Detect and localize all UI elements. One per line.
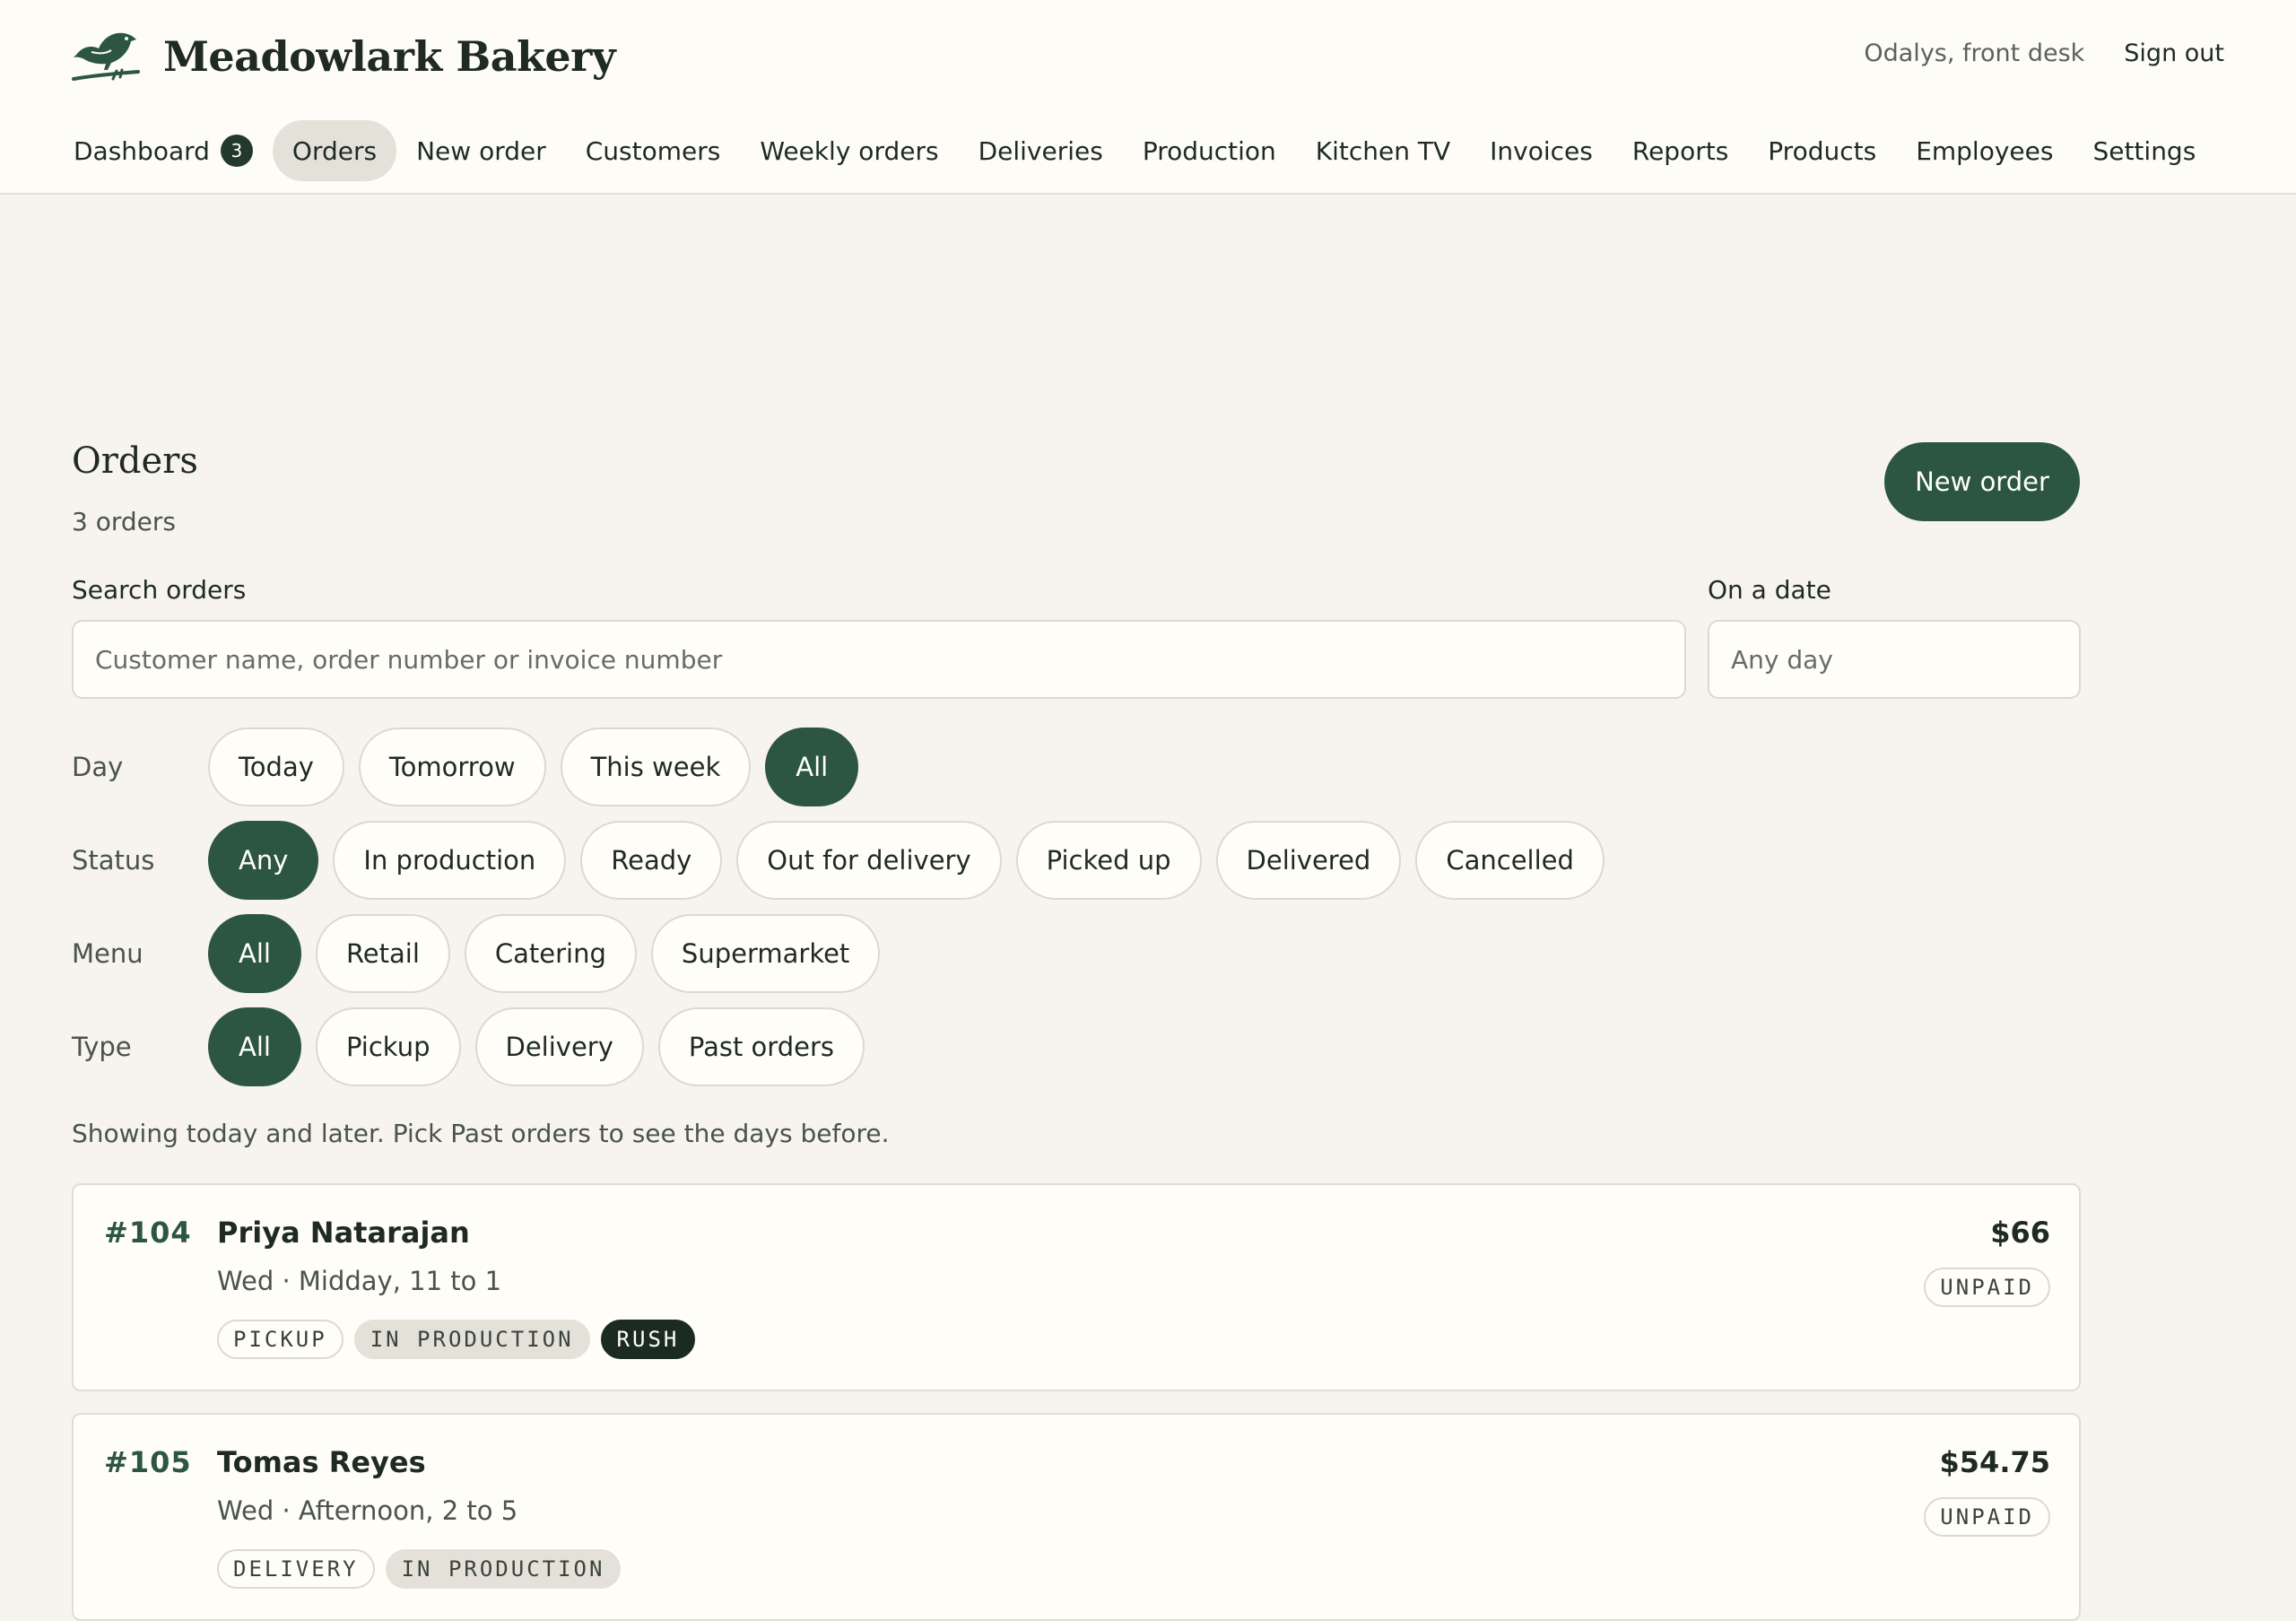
order-tags: DELIVERY IN PRODUCTION [217,1549,622,1589]
order-tags: PICKUP IN PRODUCTION RUSH [217,1320,696,1359]
status-tag: IN PRODUCTION [353,1320,590,1359]
nav-label: Dashboard [74,135,210,166]
nav-products[interactable]: Products [1748,120,1896,181]
status-chip-any[interactable]: Any [208,821,319,900]
order-total: $54.75 [1939,1445,2050,1479]
order-card[interactable]: #105 Tomas Reyes Wed · Afternoon, 2 to 5… [72,1413,2081,1621]
nav-reports[interactable]: Reports [1613,120,1748,181]
status-chip-in-production[interactable]: In production [333,821,567,900]
status-chip-delivered[interactable]: Delivered [1215,821,1402,900]
day-chip-this-week[interactable]: This week [560,728,752,806]
menu-filter-row: Menu All Retail Catering Supermarket [72,914,894,993]
main-nav: Dashboard 3 Orders New order Customers We… [54,120,2215,181]
fulfillment-tag: PICKUP [217,1320,344,1359]
status-filter-row: Status Any In production Ready Out for d… [72,821,1619,900]
search-input[interactable] [72,620,1686,699]
brand-name: Meadowlark Bakery [163,32,616,81]
nav-dashboard[interactable]: Dashboard 3 [54,120,273,181]
date-range-hint: Showing today and later. Pick Past order… [72,1119,890,1148]
sign-out-link[interactable]: Sign out [2124,39,2224,67]
status-chip-cancelled[interactable]: Cancelled [1415,821,1605,900]
order-time-slot: Wed · Midday, 11 to 1 [217,1266,502,1296]
nav-customers[interactable]: Customers [566,120,741,181]
customer-name: Priya Natarajan [217,1216,470,1250]
dashboard-count-badge: 3 [220,135,253,167]
new-order-button[interactable]: New order [1884,442,2080,521]
menu-chip-catering[interactable]: Catering [464,914,637,993]
order-number: #105 [104,1445,192,1479]
menu-filter-label: Menu [72,938,144,969]
nav-weekly-orders[interactable]: Weekly orders [740,120,958,181]
nav-settings[interactable]: Settings [2073,120,2215,181]
nav-employees[interactable]: Employees [1896,120,2073,181]
status-filter-label: Status [72,845,155,876]
status-tag: IN PRODUCTION [385,1549,622,1589]
day-chip-tomorrow[interactable]: Tomorrow [358,728,546,806]
menu-chip-all[interactable]: All [208,914,301,993]
order-total: $66 [1990,1216,2050,1250]
status-chip-ready[interactable]: Ready [580,821,723,900]
customer-name: Tomas Reyes [217,1445,426,1479]
date-label: On a date [1708,575,1831,605]
type-chip-past-orders[interactable]: Past orders [657,1007,865,1086]
nav-invoices[interactable]: Invoices [1470,120,1613,181]
day-filter-label: Day [72,752,124,782]
status-chip-out-for-delivery[interactable]: Out for delivery [736,821,1002,900]
nav-new-order[interactable]: New order [396,120,566,181]
fulfillment-tag: DELIVERY [217,1549,375,1589]
status-chip-picked-up[interactable]: Picked up [1015,821,1202,900]
date-input[interactable] [1708,620,2081,699]
order-card[interactable]: #104 Priya Natarajan Wed · Midday, 11 to… [72,1183,2081,1391]
type-filter-row: Type All Pickup Delivery Past orders [72,1007,879,1086]
user-area: Odalys, front desk Sign out [1864,39,2224,67]
day-chip-all[interactable]: All [765,728,859,806]
nav-production[interactable]: Production [1123,120,1296,181]
day-filter-row: Day Today Tomorrow This week All [72,728,873,806]
type-filter-label: Type [72,1032,132,1062]
brand[interactable]: Meadowlark Bakery [72,27,616,86]
type-chip-delivery[interactable]: Delivery [474,1007,644,1086]
page-title: Orders [72,440,198,482]
nav-deliveries[interactable]: Deliveries [959,120,1123,181]
type-chip-all[interactable]: All [208,1007,301,1086]
search-label: Search orders [72,575,247,605]
menu-chip-retail[interactable]: Retail [315,914,450,993]
nav-kitchen-tv[interactable]: Kitchen TV [1296,120,1470,181]
type-chip-pickup[interactable]: Pickup [315,1007,461,1086]
payment-status-tag: UNPAID [1924,1268,2050,1307]
current-user-label: Odalys, front desk [1864,39,2085,67]
order-number: #104 [104,1216,192,1250]
menu-chip-supermarket[interactable]: Supermarket [650,914,881,993]
order-count: 3 orders [72,507,176,536]
day-chip-today[interactable]: Today [208,728,344,806]
nav-orders[interactable]: Orders [272,120,397,181]
meadowlark-bird-icon [72,32,140,81]
rush-tag: RUSH [600,1320,696,1359]
order-time-slot: Wed · Afternoon, 2 to 5 [217,1495,518,1526]
payment-status-tag: UNPAID [1924,1497,2050,1537]
app-header: Meadowlark Bakery Odalys, front desk Sig… [0,0,2296,195]
